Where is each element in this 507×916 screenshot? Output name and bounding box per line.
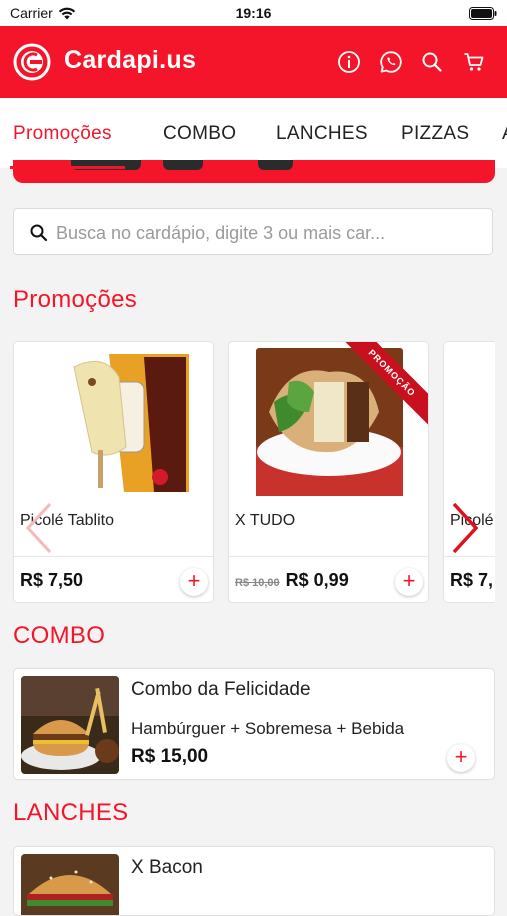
price-value: R$ 7,: [450, 570, 494, 590]
product-image: [14, 342, 213, 502]
tab-lanches[interactable]: LANCHES: [276, 123, 368, 145]
product-card[interactable]: PROMOÇÃO X TUDO R$ 10,00 R$ 0,99 +: [228, 341, 429, 603]
banner-graphic: [258, 160, 293, 170]
active-tab-indicator: [10, 166, 125, 169]
price-value: R$ 7,50: [20, 570, 84, 590]
list-item[interactable]: X Bacon: [13, 846, 495, 916]
carousel-prev-icon[interactable]: [22, 500, 54, 556]
category-tabs: Promoções COMBO LANCHES PIZZAS A: [0, 98, 507, 168]
product-thumbnail: [21, 854, 119, 915]
search-icon: [30, 224, 48, 242]
banner-graphic: [163, 160, 203, 170]
product-name: X Bacon: [131, 857, 203, 878]
tab-combo[interactable]: COMBO: [163, 123, 236, 145]
info-icon[interactable]: [337, 50, 361, 74]
promo-banner[interactable]: [13, 160, 495, 183]
product-name: X TUDO: [235, 512, 296, 529]
product-name: Combo da Felicidade: [131, 679, 311, 700]
add-to-cart-button[interactable]: +: [180, 568, 208, 596]
tab-pizzas[interactable]: PIZZAS: [401, 123, 469, 145]
add-to-cart-button[interactable]: +: [447, 744, 475, 772]
cart-icon[interactable]: [462, 50, 486, 74]
section-title-lanches: LANCHES: [13, 799, 129, 826]
add-to-cart-button[interactable]: +: [395, 568, 423, 596]
product-card[interactable]: Picolé Tablito R$ 7,50 +: [13, 341, 214, 603]
app-header: Cardapi.us: [0, 26, 507, 98]
product-price: R$ 7,: [450, 570, 493, 591]
promo-ribbon: PROMOÇÃO: [338, 342, 428, 432]
status-bar: Carrier 19:16: [0, 0, 507, 26]
search-input[interactable]: [54, 217, 488, 249]
list-item[interactable]: Combo da Felicidade Hambúrguer + Sobreme…: [13, 668, 495, 780]
search-icon[interactable]: [420, 50, 444, 74]
menu-search: [13, 208, 493, 255]
old-price: R$ 10,00: [235, 577, 280, 589]
brand-name: Cardapi.us: [64, 46, 197, 74]
card-divider: [229, 556, 428, 557]
tab-promocoes[interactable]: Promoções: [13, 123, 112, 145]
card-divider: [444, 556, 495, 557]
section-title-combo: COMBO: [13, 622, 106, 649]
tab-more[interactable]: A: [502, 123, 507, 145]
product-price: R$ 7,50: [20, 570, 83, 591]
product-price: R$ 10,00 R$ 0,99: [235, 570, 349, 591]
whatsapp-icon[interactable]: [379, 50, 403, 74]
product-card[interactable]: Picolé R$ 7,: [443, 341, 495, 603]
promo-badge: PROMOÇÃO: [338, 342, 428, 431]
product-description: Hambúrguer + Sobremesa + Bebida: [131, 719, 405, 738]
battery-icon: [469, 7, 497, 20]
clock: 19:16: [235, 5, 272, 21]
price-value: R$ 0,99: [285, 570, 349, 590]
product-price: R$ 15,00: [131, 746, 209, 767]
product-thumbnail: [21, 676, 119, 774]
card-divider: [14, 556, 213, 557]
section-title-promocoes: Promoções: [13, 286, 138, 313]
carousel-next-icon[interactable]: [450, 500, 482, 556]
product-image: [444, 342, 495, 502]
logo-icon: [13, 43, 51, 81]
